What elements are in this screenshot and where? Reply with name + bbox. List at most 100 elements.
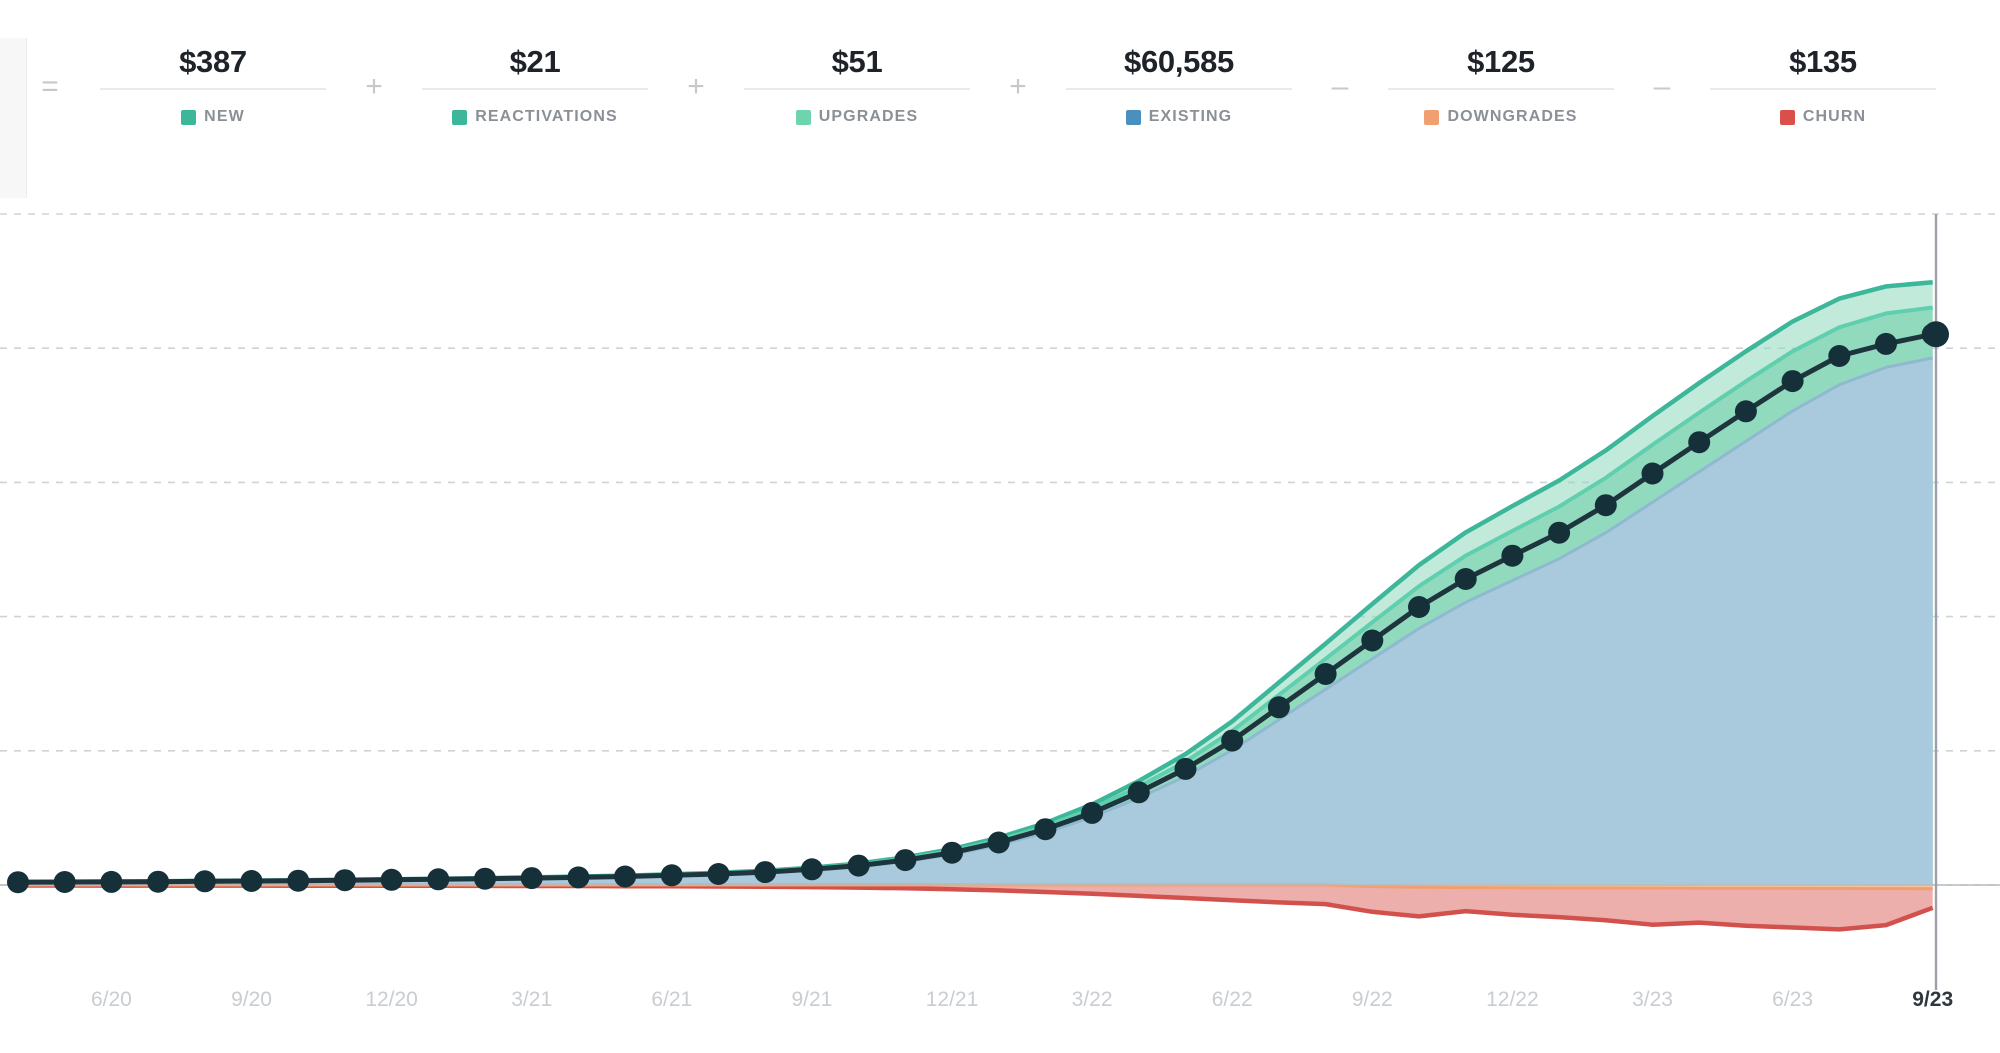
- legend-swatch-reactivations: [452, 110, 467, 125]
- data-point-marker[interactable]: [1828, 345, 1850, 367]
- data-point-marker[interactable]: [988, 832, 1010, 854]
- data-point-marker[interactable]: [614, 866, 636, 888]
- legend-label-existing: EXISTING: [1149, 108, 1232, 126]
- data-point-marker[interactable]: [1268, 696, 1290, 718]
- data-point-marker[interactable]: [894, 849, 916, 871]
- data-point-marker[interactable]: [1782, 370, 1804, 392]
- legend-swatch-upgrades: [796, 110, 811, 125]
- data-point-marker[interactable]: [334, 869, 356, 891]
- kpi-value-downgrades: $125: [1467, 38, 1535, 86]
- kpi-operator-downgrades: –: [1292, 38, 1388, 102]
- data-point-marker[interactable]: [147, 871, 169, 893]
- data-point-marker[interactable]: [1081, 802, 1103, 824]
- data-point-marker[interactable]: [567, 866, 589, 888]
- x-axis-tick: 6/23: [1772, 988, 1813, 1012]
- x-axis-tick: 6/20: [91, 988, 132, 1012]
- data-point-marker[interactable]: [1361, 630, 1383, 652]
- kpi-divider: [422, 88, 648, 90]
- legend-label-upgrades: UPGRADES: [819, 108, 918, 126]
- data-point-marker[interactable]: [1688, 431, 1710, 453]
- data-point-marker[interactable]: [708, 863, 730, 885]
- kpi-value-reactivations: $21: [510, 38, 561, 86]
- kpi-existing[interactable]: $60,585 EXISTING: [1066, 38, 1292, 126]
- kpi-churn[interactable]: $135 CHURN: [1710, 38, 1936, 126]
- data-point-marker[interactable]: [1455, 568, 1477, 590]
- data-point-marker[interactable]: [1548, 522, 1570, 544]
- data-point-marker[interactable]: [1221, 730, 1243, 752]
- legend-item-upgrades[interactable]: UPGRADES: [796, 108, 918, 126]
- data-point-marker[interactable]: [941, 842, 963, 864]
- kpi-divider: [1066, 88, 1292, 90]
- legend-item-reactivations[interactable]: REACTIVATIONS: [452, 108, 618, 126]
- cursor-point-marker[interactable]: [1923, 321, 1949, 347]
- kpi-value-new: $387: [179, 38, 247, 86]
- data-point-marker[interactable]: [801, 858, 823, 880]
- data-point-marker[interactable]: [754, 861, 776, 883]
- legend-swatch-new: [181, 110, 196, 125]
- data-point-marker[interactable]: [54, 871, 76, 893]
- legend-item-downgrades[interactable]: DOWNGRADES: [1424, 108, 1577, 126]
- data-point-marker[interactable]: [1501, 545, 1523, 567]
- x-axis-tick: 9/22: [1352, 988, 1393, 1012]
- legend-swatch-downgrades: [1424, 110, 1439, 125]
- data-point-marker[interactable]: [427, 868, 449, 890]
- mrr-movement-chart[interactable]: [0, 200, 2000, 990]
- legend-label-downgrades: DOWNGRADES: [1447, 108, 1577, 126]
- kpi-operator-churn: –: [1614, 38, 1710, 102]
- kpi-divider: [100, 88, 326, 90]
- kpi-value-churn: $135: [1789, 38, 1857, 86]
- kpi-downgrades[interactable]: $125 DOWNGRADES: [1388, 38, 1614, 126]
- legend-item-existing[interactable]: EXISTING: [1126, 108, 1232, 126]
- kpi-new[interactable]: $387 NEW: [100, 38, 326, 126]
- legend-swatch-existing: [1126, 110, 1141, 125]
- chart-svg[interactable]: [0, 200, 2000, 990]
- data-point-marker[interactable]: [521, 867, 543, 889]
- kpi-operator-upgrades: +: [648, 38, 744, 102]
- data-point-marker[interactable]: [1408, 596, 1430, 618]
- data-point-marker[interactable]: [287, 870, 309, 892]
- data-point-marker[interactable]: [1128, 781, 1150, 803]
- kpi-value-existing: $60,585: [1124, 38, 1234, 86]
- data-point-marker[interactable]: [1315, 663, 1337, 685]
- x-axis: 6/209/2012/203/216/219/2112/213/226/229/…: [0, 988, 2000, 1028]
- x-axis-tick: 3/21: [511, 988, 552, 1012]
- kpi-reactivations[interactable]: $21 REACTIVATIONS: [422, 38, 648, 126]
- legend-label-churn: CHURN: [1803, 108, 1866, 126]
- data-point-marker[interactable]: [1875, 333, 1897, 355]
- kpi-value-upgrades: $51: [832, 38, 883, 86]
- x-axis-tick: 12/21: [926, 988, 979, 1012]
- kpi-divider: [1388, 88, 1614, 90]
- x-axis-tick: 9/23: [1912, 988, 1953, 1012]
- data-point-marker[interactable]: [381, 869, 403, 891]
- data-point-marker[interactable]: [1595, 494, 1617, 516]
- data-point-marker[interactable]: [661, 864, 683, 886]
- revenue-breakdown-panel: =$387NEW+$21REACTIVATIONS+$51UPGRADES+$6…: [0, 0, 2000, 1053]
- data-point-marker[interactable]: [241, 870, 263, 892]
- kpi-operator-reactivations: +: [326, 38, 422, 102]
- x-axis-tick: 6/21: [651, 988, 692, 1012]
- kpi-upgrades[interactable]: $51 UPGRADES: [744, 38, 970, 126]
- data-point-marker[interactable]: [194, 870, 216, 892]
- kpi-divider: [744, 88, 970, 90]
- x-axis-tick: 9/21: [791, 988, 832, 1012]
- data-point-marker[interactable]: [1735, 400, 1757, 422]
- data-point-marker[interactable]: [1175, 758, 1197, 780]
- legend-swatch-churn: [1780, 110, 1795, 125]
- kpi-operator-existing: +: [970, 38, 1066, 102]
- data-point-marker[interactable]: [848, 855, 870, 877]
- legend-label-reactivations: REACTIVATIONS: [475, 108, 618, 126]
- legend-label-new: NEW: [204, 108, 245, 126]
- kpi-summary-strip: =$387NEW+$21REACTIVATIONS+$51UPGRADES+$6…: [0, 38, 2000, 156]
- data-point-marker[interactable]: [1642, 463, 1664, 485]
- data-point-marker[interactable]: [100, 871, 122, 893]
- data-point-marker[interactable]: [474, 868, 496, 890]
- legend-item-new[interactable]: NEW: [181, 108, 245, 126]
- x-axis-tick: 3/22: [1072, 988, 1113, 1012]
- data-point-marker[interactable]: [1034, 818, 1056, 840]
- data-point-marker[interactable]: [7, 871, 29, 893]
- legend-item-churn[interactable]: CHURN: [1780, 108, 1866, 126]
- kpi-operator-new: =: [0, 38, 100, 102]
- x-axis-tick: 12/20: [365, 988, 418, 1012]
- x-axis-tick: 6/22: [1212, 988, 1253, 1012]
- x-axis-tick: 3/23: [1632, 988, 1673, 1012]
